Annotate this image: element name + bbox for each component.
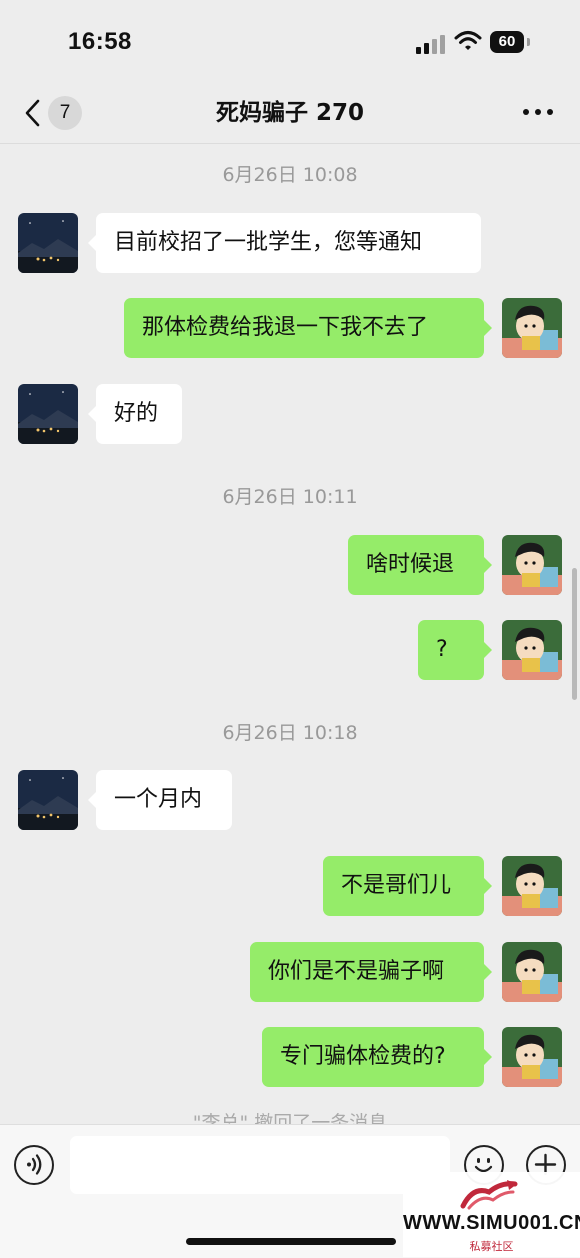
- message-timestamp: 6月26日 10:11: [222, 486, 358, 508]
- wifi-icon: [454, 31, 482, 50]
- my-avatar[interactable]: [502, 620, 562, 680]
- outgoing-message-bubble[interactable]: 你们是不是骗子啊: [250, 942, 492, 1002]
- watermark-subtext: 私募社区: [469, 1240, 514, 1253]
- chat-title: 死妈骗子 270: [215, 100, 365, 126]
- outgoing-message-bubble[interactable]: ?: [418, 620, 492, 680]
- message-input[interactable]: [70, 1136, 450, 1194]
- status-bar: 16:58 60: [0, 0, 580, 86]
- outgoing-message-bubble[interactable]: 不是哥们儿: [323, 856, 492, 916]
- watermark-text: WWW.SIMU001.CN: [403, 1212, 580, 1234]
- recall-notice: "李总" 撤回了一条消息: [192, 1112, 388, 1124]
- contact-avatar[interactable]: [18, 384, 78, 444]
- incoming-message-bubble[interactable]: 一个月内: [88, 770, 232, 830]
- back-icon[interactable]: [22, 98, 44, 128]
- watermark: WWW.SIMU001.CN 私募社区: [403, 1172, 580, 1257]
- outgoing-message-bubble[interactable]: 专门骗体检费的?: [262, 1027, 492, 1087]
- contact-avatar[interactable]: [18, 213, 78, 273]
- watermark-logo-icon: [460, 1180, 518, 1210]
- message-timestamp: 6月26日 10:18: [222, 722, 358, 744]
- chat-header: 7 死妈骗子 270: [0, 86, 580, 142]
- my-avatar[interactable]: [502, 1027, 562, 1087]
- message-timestamp: 6月26日 10:08: [222, 164, 358, 186]
- unread-count-badge[interactable]: 7: [48, 96, 82, 130]
- header-divider: [0, 143, 580, 144]
- outgoing-message-bubble[interactable]: 那体检费给我退一下我不去了: [124, 298, 492, 358]
- contact-avatar[interactable]: [18, 770, 78, 830]
- more-icon[interactable]: [520, 106, 556, 116]
- battery-level: 60: [490, 31, 524, 53]
- my-avatar[interactable]: [502, 856, 562, 916]
- home-indicator[interactable]: [186, 1238, 396, 1245]
- outgoing-message-bubble[interactable]: 啥时候退: [348, 535, 492, 595]
- incoming-message-bubble[interactable]: 好的: [88, 384, 182, 444]
- voice-icon[interactable]: [14, 1145, 54, 1185]
- battery-icon: 60: [490, 31, 530, 53]
- scrollbar[interactable]: [572, 568, 577, 700]
- my-avatar[interactable]: [502, 298, 562, 358]
- status-time: 16:58: [68, 28, 132, 55]
- my-avatar[interactable]: [502, 535, 562, 595]
- signal-icon: [416, 34, 446, 54]
- incoming-message-bubble[interactable]: 目前校招了一批学生，您等通知: [88, 213, 481, 273]
- my-avatar[interactable]: [502, 942, 562, 1002]
